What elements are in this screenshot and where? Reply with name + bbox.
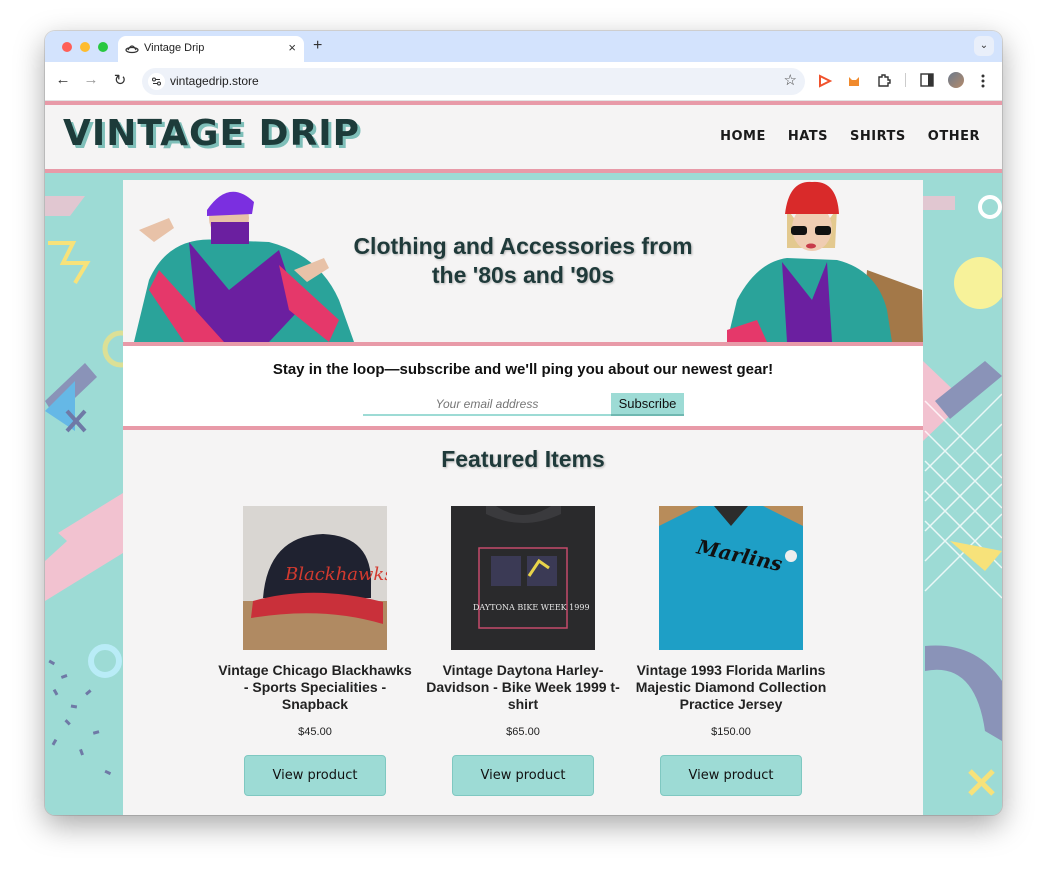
product-image-blackhawks[interactable]: Blackhawks	[243, 506, 387, 650]
window-controls	[62, 42, 108, 52]
site-info-icon[interactable]	[148, 73, 165, 90]
minimize-window-button[interactable]	[80, 42, 90, 52]
marlins-jersey-photo: Marlins	[659, 506, 803, 650]
subscribe-text: Stay in the loop—subscribe and we'll pin…	[272, 361, 774, 378]
site-header: VINTAGE DRIP HOME HATS SHIRTS OTHER	[45, 101, 1002, 173]
view-product-button[interactable]: View product	[244, 755, 386, 796]
daytona-shirt-photo: DAYTONA BIKE WEEK 1999	[451, 506, 595, 650]
hero-model-right-image	[727, 181, 923, 342]
nav-home[interactable]: HOME	[720, 129, 766, 144]
menu-kebab-icon[interactable]	[980, 73, 986, 89]
hero-title: Clothing and Accessories from the '80s a…	[353, 233, 693, 288]
main-content: Clothing and Accessories from the '80s a…	[123, 180, 923, 815]
nav-hats[interactable]: HATS	[788, 129, 828, 144]
extension-fox-icon[interactable]	[846, 73, 862, 89]
hat-favicon-icon	[125, 45, 139, 54]
new-tab-icon[interactable]: +	[313, 37, 322, 55]
bookmark-star-icon[interactable]: ☆	[784, 71, 797, 89]
subscribe-section: Stay in the loop—subscribe and we'll pin…	[123, 346, 923, 426]
forward-icon[interactable]: →	[81, 71, 101, 88]
subscribe-button[interactable]: Subscribe	[611, 393, 684, 416]
product-image-daytona[interactable]: DAYTONA BIKE WEEK 1999	[451, 506, 595, 650]
nav-shirts[interactable]: SHIRTS	[850, 129, 906, 144]
product-name[interactable]: Vintage 1993 Florida Marlins Majestic Di…	[631, 662, 831, 713]
subscribe-divider	[123, 426, 923, 430]
view-product-button[interactable]: View product	[452, 755, 594, 796]
blackhawks-cap-photo: Blackhawks	[243, 506, 387, 650]
main-nav: HOME HATS SHIRTS OTHER	[720, 129, 980, 144]
tab-vintage-drip[interactable]: Vintage Drip ×	[118, 36, 304, 62]
product-name[interactable]: Vintage Chicago Blackhawks - Sports Spec…	[215, 662, 415, 713]
view-product-button[interactable]: View product	[660, 755, 802, 796]
reload-icon[interactable]: ↻	[110, 71, 130, 89]
product-name[interactable]: Vintage Daytona Harley-Davidson - Bike W…	[423, 662, 623, 713]
shirt-print-text: DAYTONA BIKE WEEK 1999	[473, 603, 590, 612]
tab-strip: Vintage Drip × + ⌄	[45, 31, 1002, 62]
back-icon[interactable]: ←	[53, 71, 73, 88]
email-field[interactable]	[363, 393, 611, 416]
url-text[interactable]: vintagedrip.store	[170, 74, 259, 88]
extensions-puzzle-icon[interactable]	[876, 72, 892, 88]
site-logo[interactable]: VINTAGE DRIP	[63, 113, 360, 154]
product-price: $65.00	[506, 726, 540, 738]
cap-logo-text: Blackhawks	[284, 564, 387, 585]
product-price: $150.00	[711, 726, 751, 738]
extension-play-icon[interactable]	[817, 73, 833, 89]
zoom-window-button[interactable]	[98, 42, 108, 52]
side-panel-icon[interactable]	[920, 73, 934, 87]
close-window-button[interactable]	[62, 42, 72, 52]
product-price: $45.00	[298, 726, 332, 738]
tab-title: Vintage Drip	[144, 42, 205, 54]
product-image-marlins[interactable]: Marlins	[659, 506, 803, 650]
hero-model-left-image	[134, 191, 354, 342]
nav-other[interactable]: OTHER	[928, 129, 980, 144]
address-bar[interactable]: vintagedrip.store ☆	[142, 68, 805, 95]
hero-banner: Clothing and Accessories from the '80s a…	[123, 180, 923, 342]
browser-window: Vintage Drip × + ⌄ ← → ↻ vintagedrip.sto…	[45, 31, 1002, 815]
featured-heading: Featured Items	[441, 446, 605, 472]
browser-toolbar: ← → ↻ vintagedrip.store ☆	[45, 62, 1002, 101]
profile-avatar[interactable]	[948, 72, 964, 88]
tab-search-icon[interactable]: ⌄	[974, 36, 994, 56]
web-page: VINTAGE DRIP HOME HATS SHIRTS OTHER Clot…	[45, 101, 1002, 815]
tab-close-icon[interactable]: ×	[288, 40, 296, 55]
toolbar-divider	[905, 73, 906, 87]
